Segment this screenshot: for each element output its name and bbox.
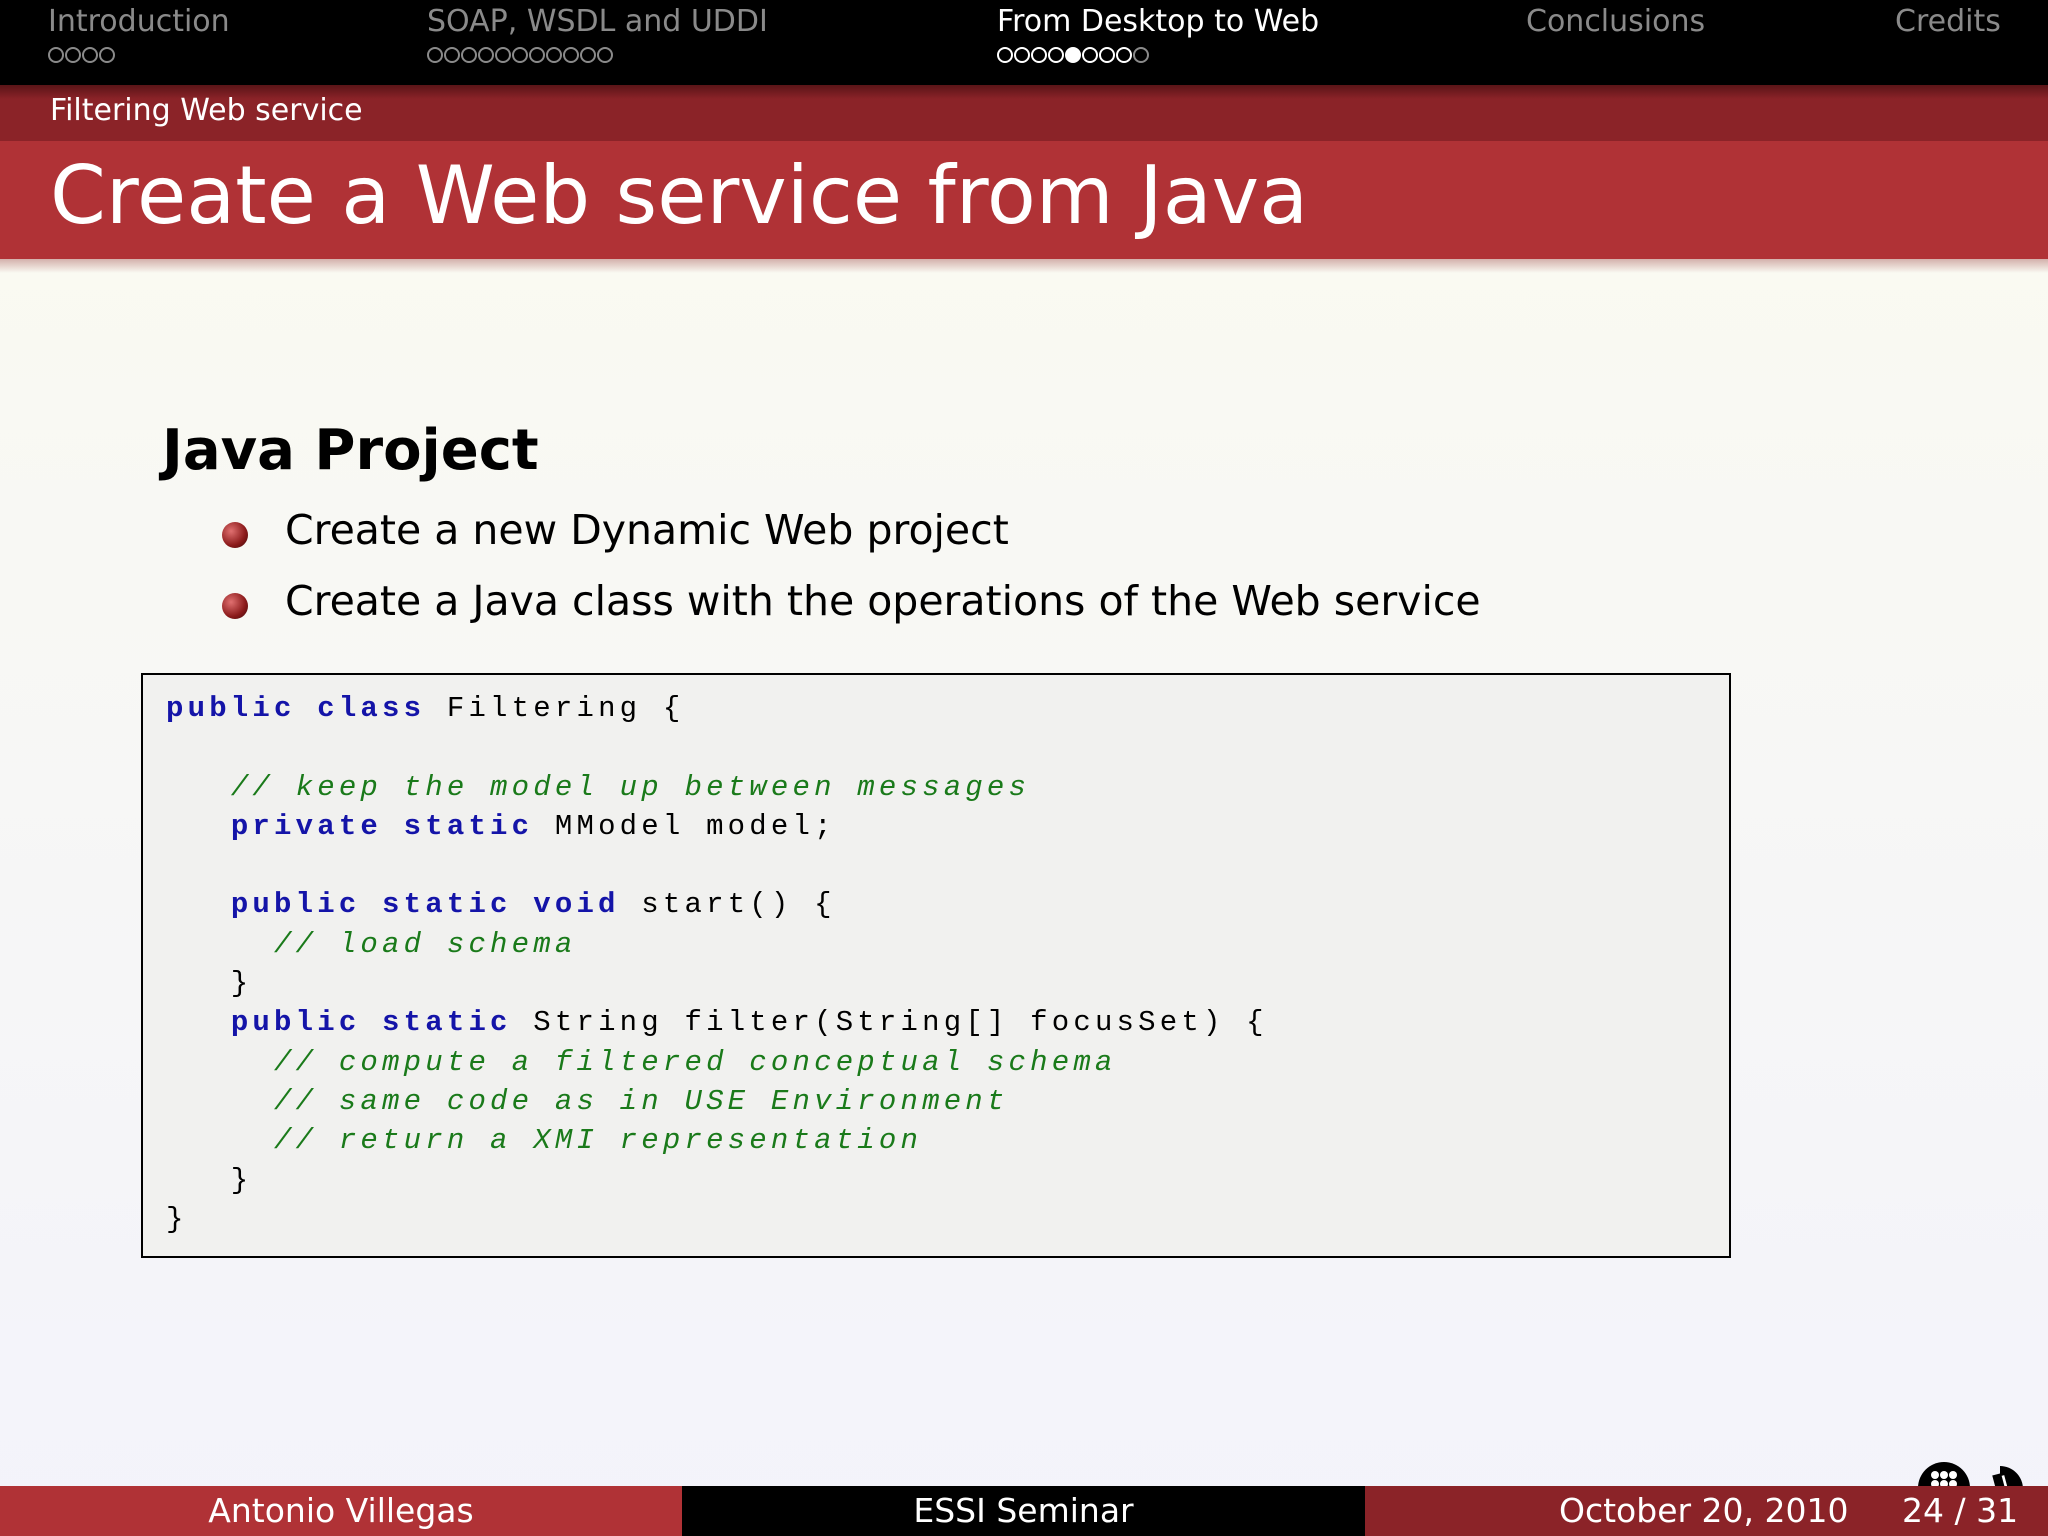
frame-dot[interactable] [1116, 47, 1132, 63]
footer-date: October 20, 2010 [1559, 1491, 1849, 1530]
page-number: 24 / 31 [1902, 1491, 2019, 1530]
frame-dot[interactable] [99, 47, 115, 63]
nav-credits[interactable]: Credits [1895, 4, 2001, 39]
frame-dot[interactable] [529, 47, 545, 63]
navigation-bar: Introduction SOAP, WSDL and UDDI From De… [0, 0, 2048, 85]
frame-dot[interactable] [478, 47, 494, 63]
code-comment: // return a XMI representation [274, 1124, 923, 1158]
code-line: } [166, 1200, 1268, 1239]
nav-label: Introduction [48, 4, 230, 39]
frame-dot[interactable] [427, 47, 443, 63]
code-comment: // same code as in USE Environment [274, 1084, 1009, 1118]
code-line: } [166, 964, 1268, 1003]
code-keyword: public static void [230, 888, 642, 922]
frame-dot[interactable] [1031, 47, 1047, 63]
bullet-ball-icon [222, 593, 248, 619]
frame-dot[interactable] [546, 47, 562, 63]
code-comment: // keep the model up between messages [230, 770, 1031, 804]
footer-event: ESSI Seminar [682, 1486, 1365, 1536]
frame-dot[interactable] [512, 47, 528, 63]
frame-dot[interactable] [65, 47, 81, 63]
frame-dot[interactable] [1065, 47, 1081, 63]
frame-dot[interactable] [461, 47, 477, 63]
code-token: } [166, 1163, 253, 1197]
code-token: String filter(String[] focusSet) { [533, 1006, 1268, 1040]
code-line: // return a XMI representation [166, 1121, 1268, 1160]
code-token: MModel model; [554, 809, 836, 843]
code-keyword: public static [230, 1006, 534, 1040]
nav-label: From Desktop to Web [997, 4, 1320, 39]
code-token: } [166, 967, 253, 1001]
code-line: // load schema [166, 925, 1268, 964]
code-line: public static String filter(String[] foc… [166, 1003, 1268, 1042]
frame-dot[interactable] [495, 47, 511, 63]
nav-dots[interactable] [997, 43, 1319, 71]
nav-introduction[interactable]: Introduction [48, 4, 230, 71]
frame-dot[interactable] [1082, 47, 1098, 63]
frame-dot[interactable] [563, 47, 579, 63]
bullet-text: Create a new Dynamic Web project [285, 506, 1009, 554]
nav-dots[interactable] [427, 43, 768, 71]
frame-dot[interactable] [444, 47, 460, 63]
frame-dot[interactable] [997, 47, 1013, 63]
frame-dot[interactable] [48, 47, 64, 63]
code-line: private static MModel model; [166, 807, 1268, 846]
nav-soap-wsdl-uddi[interactable]: SOAP, WSDL and UDDI [427, 4, 768, 71]
code-text: public class Filtering { // keep the mod… [166, 689, 1268, 1239]
nav-label: Credits [1895, 4, 2001, 39]
code-line: // keep the model up between messages [166, 768, 1268, 807]
frame-dot[interactable] [1048, 47, 1064, 63]
slide-title: Create a Web service from Java [50, 149, 1309, 242]
code-token: Filtering { [446, 692, 685, 725]
frame-dot[interactable] [597, 47, 613, 63]
code-listing: public class Filtering { // keep the mod… [141, 673, 1731, 1258]
nav-from-desktop-to-web[interactable]: From Desktop to Web [997, 4, 1319, 71]
title-shadow [0, 259, 2048, 273]
frame-dot[interactable] [580, 47, 596, 63]
bullet-ball-icon [222, 522, 248, 548]
nav-dots[interactable] [48, 43, 230, 71]
code-line: public class Filtering { [166, 689, 1268, 728]
subsection-title: Filtering Web service [50, 93, 363, 128]
code-line: } [166, 1161, 1268, 1200]
code-comment: // compute a filtered conceptual schema [274, 1045, 1117, 1079]
code-comment: // load schema [274, 927, 577, 961]
block-title: Java Project [162, 418, 539, 483]
nav-label: Conclusions [1526, 4, 1706, 39]
footer: Antonio Villegas ESSI Seminar October 20… [0, 1486, 2048, 1536]
code-line: // compute a filtered conceptual schema [166, 1043, 1268, 1082]
bullet-text: Create a Java class with the operations … [285, 577, 1481, 625]
code-keyword: private static [230, 809, 555, 843]
code-token: start() { [641, 888, 836, 922]
frame-dot[interactable] [1099, 47, 1115, 63]
code-line: // same code as in USE Environment [166, 1082, 1268, 1121]
frame-dot[interactable] [1014, 47, 1030, 63]
nav-conclusions[interactable]: Conclusions [1526, 4, 1705, 39]
footer-author: Antonio Villegas [0, 1486, 682, 1536]
title-bar: Create a Web service from Java [0, 141, 2048, 259]
code-token: } [166, 1202, 188, 1236]
code-keyword: public class [166, 692, 447, 725]
footer-date-page: October 20, 2010 24 / 31 [1365, 1486, 2048, 1536]
frame-dot[interactable] [1133, 47, 1149, 63]
nav-label: SOAP, WSDL and UDDI [427, 4, 768, 39]
code-line: public static void start() { [166, 885, 1268, 924]
subsection-bar: Filtering Web service [0, 85, 2048, 141]
frame-dot[interactable] [82, 47, 98, 63]
